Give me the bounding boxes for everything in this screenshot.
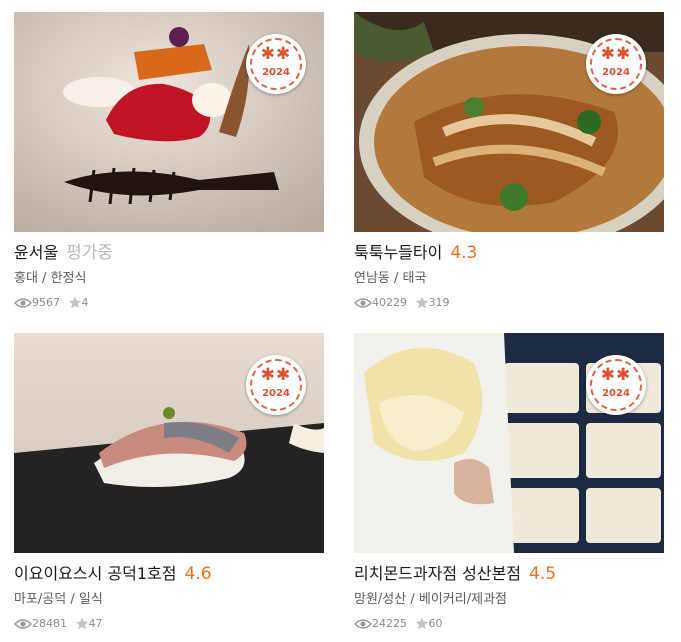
badge-stars: ✱✱ — [600, 365, 632, 385]
award-badge-icon: ✱✱ 2024 — [246, 355, 306, 415]
badge-stars: ✱✱ — [260, 44, 292, 64]
restaurant-score: 4.5 — [529, 564, 557, 584]
restaurant-name[interactable]: 툭툭누들타이 — [354, 243, 442, 262]
restaurant-meta: 홍대 / 한정식 — [14, 269, 344, 289]
star-icon — [68, 296, 81, 309]
restaurant-meta: 망원/성산 / 베이커리/제과점 — [354, 590, 681, 610]
restaurant-photo[interactable]: ✱✱ 2024 — [14, 12, 324, 232]
meta-separator: / — [66, 592, 79, 607]
eye-icon — [354, 298, 372, 308]
restaurant-stats: 40229 319 — [354, 294, 681, 312]
restaurant-stats: 24225 60 — [354, 615, 681, 633]
badge-year: 2024 — [602, 388, 630, 399]
restaurant-region: 연남동 — [354, 271, 390, 286]
restaurant-region: 마포/공덕 — [14, 592, 67, 607]
eye-icon — [354, 619, 372, 629]
restaurant-photo[interactable]: ✱✱ 2024 — [354, 12, 664, 232]
restaurant-category: 일식 — [78, 592, 103, 607]
restaurant-region: 홍대 — [14, 271, 38, 286]
restaurant-category: 한정식 — [50, 271, 87, 286]
star-icon — [415, 296, 428, 309]
award-badge-icon: ✱✱ 2024 — [586, 34, 646, 94]
view-count: 24225 — [372, 617, 407, 630]
restaurant-meta: 연남동 / 태국 — [354, 269, 681, 289]
restaurant-name[interactable]: 이요이요스시 공덕1호점 — [14, 564, 176, 583]
badge-stars: ✱✱ — [260, 365, 292, 385]
star-icon — [415, 617, 428, 630]
restaurant-name[interactable]: 리치몬드과자점 성산본점 — [354, 564, 521, 583]
eye-icon — [14, 619, 32, 629]
badge-year: 2024 — [602, 67, 630, 78]
restaurant-photo[interactable]: ✱✱ 2024 — [354, 333, 664, 553]
restaurant-stats: 9567 4 — [14, 294, 344, 312]
eye-icon — [14, 298, 32, 308]
restaurant-score: 평가중 — [66, 243, 114, 263]
award-badge-icon: ✱✱ 2024 — [246, 34, 306, 94]
star-icon — [75, 617, 88, 630]
restaurant-region: 망원/성산 — [354, 592, 407, 607]
badge-stars: ✱✱ — [600, 44, 632, 64]
meta-separator: / — [389, 271, 403, 286]
meta-separator: / — [37, 271, 51, 286]
restaurant-score: 4.3 — [450, 243, 478, 263]
badge-year: 2024 — [262, 388, 290, 399]
restaurant-meta: 마포/공덕 / 일식 — [14, 590, 344, 610]
review-count: 47 — [88, 617, 103, 630]
meta-separator: / — [406, 592, 419, 607]
restaurant-score: 4.6 — [184, 564, 212, 584]
view-count: 40229 — [372, 296, 407, 309]
badge-year: 2024 — [262, 67, 290, 78]
review-count: 319 — [428, 296, 450, 309]
review-count: 60 — [428, 617, 443, 630]
review-count: 4 — [81, 296, 89, 309]
view-count: 28481 — [32, 617, 67, 630]
restaurant-category: 태국 — [402, 271, 427, 286]
restaurant-stats: 28481 47 — [14, 615, 344, 633]
restaurant-name[interactable]: 윤서울 — [14, 243, 58, 262]
restaurant-photo[interactable]: ✱✱ 2024 — [14, 333, 324, 553]
award-badge-icon: ✱✱ 2024 — [586, 355, 646, 415]
view-count: 9567 — [32, 296, 60, 309]
restaurant-category: 베이커리/제과점 — [418, 592, 507, 607]
